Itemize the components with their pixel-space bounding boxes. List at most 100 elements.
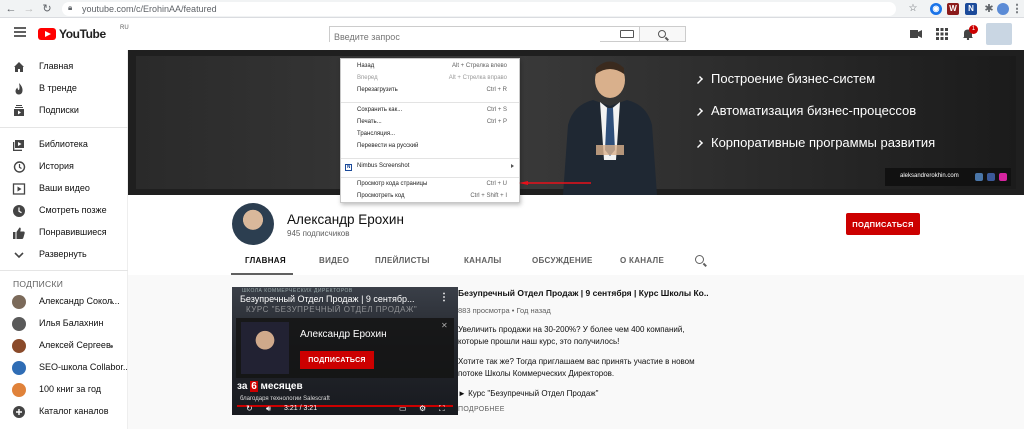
vk-icon[interactable] bbox=[975, 173, 983, 181]
instagram-icon[interactable] bbox=[999, 173, 1007, 181]
menu-item-inspect[interactable]: Просмотреть код Ctrl + Shift + I bbox=[341, 193, 519, 204]
volume-icon[interactable]: 🔊︎ bbox=[266, 404, 271, 414]
menu-item-nimbus[interactable]: N Nimbus Screenshot bbox=[341, 163, 519, 174]
channel-header: Александр Ерохин 945 подписчиков ПОДПИСА… bbox=[128, 195, 1024, 275]
banner-text-line: Автоматизация бизнес-процессов bbox=[711, 103, 917, 118]
menu-item-translate[interactable]: Перевести на русский bbox=[341, 143, 519, 154]
youtube-play-icon bbox=[38, 28, 56, 40]
subscriber-count: 945 подписчиков bbox=[287, 229, 350, 238]
extension-nimbus-icon[interactable]: N bbox=[965, 3, 977, 15]
sidebar-item-library[interactable]: Библиотека bbox=[0, 134, 128, 156]
player-more-icon[interactable]: ⋮ bbox=[439, 292, 449, 303]
tab-about[interactable]: О КАНАЛЕ bbox=[620, 256, 664, 265]
close-icon[interactable]: ✕ bbox=[441, 321, 448, 330]
avatar bbox=[12, 383, 26, 397]
facebook-icon[interactable] bbox=[987, 173, 995, 181]
subtitles-icon[interactable]: ▭ bbox=[399, 404, 407, 413]
extensions-puzzle-icon[interactable]: ✱ bbox=[982, 2, 996, 16]
chevron-down-icon bbox=[14, 252, 24, 259]
search-box bbox=[329, 26, 640, 44]
account-avatar[interactable] bbox=[986, 23, 1012, 45]
notification-badge: 1 bbox=[969, 25, 978, 34]
search-input[interactable] bbox=[330, 30, 600, 44]
banner-site-link[interactable]: aleksandrerokhin.com bbox=[900, 173, 959, 179]
player-controls: ↻ 🔊︎ 3:21 / 3:21 ▭ ⚙ ⛶ bbox=[232, 404, 458, 415]
context-menu: Назад Alt + Стрелка влево Вперед Alt + С… bbox=[340, 58, 520, 203]
lock-icon: 🔒︎ bbox=[68, 3, 73, 12]
hamburger-menu-icon[interactable] bbox=[14, 27, 26, 37]
sidebar-item-subscriptions[interactable]: Подписки bbox=[0, 100, 128, 122]
card-avatar-image bbox=[241, 322, 289, 374]
sidebar: Главная В тренде Подписки Библиотека Ист… bbox=[0, 50, 130, 429]
back-arrow-icon[interactable]: ← bbox=[4, 2, 18, 16]
reload-icon[interactable]: ↻ bbox=[40, 2, 54, 16]
nimbus-icon: N bbox=[345, 164, 352, 171]
sidebar-item-liked[interactable]: Понравившиеся bbox=[0, 222, 128, 244]
menu-item-reload[interactable]: Перезагрузить Ctrl + R bbox=[341, 87, 519, 98]
banner-text-line: Корпоративные программы развития bbox=[711, 135, 936, 150]
sidebar-item-home[interactable]: Главная bbox=[0, 56, 128, 78]
apps-grid-icon[interactable] bbox=[935, 28, 949, 40]
tab-playlists[interactable]: ПЛЕЙЛИСТЫ bbox=[375, 256, 430, 265]
card-channel-name: Александр Ерохин bbox=[300, 329, 387, 340]
banner-text-line: Построение бизнес-систем bbox=[711, 71, 876, 86]
tab-videos[interactable]: ВИДЕО bbox=[319, 256, 349, 265]
subscription-item[interactable]: SEO-школа Collabor... bbox=[0, 357, 130, 379]
read-more-link[interactable]: ПОДРОБНЕЕ bbox=[458, 406, 505, 413]
channel-avatar[interactable] bbox=[232, 203, 274, 245]
tab-channels[interactable]: КАНАЛЫ bbox=[464, 256, 502, 265]
subscribe-button[interactable]: ПОДПИСАТЬСЯ bbox=[846, 213, 920, 235]
extension-w-icon[interactable]: W bbox=[947, 3, 959, 15]
your-videos-icon bbox=[12, 183, 26, 195]
banner-portrait-image bbox=[563, 61, 657, 195]
menu-item-print[interactable]: Печать... Ctrl + P bbox=[341, 119, 519, 130]
profile-icon[interactable] bbox=[997, 3, 1009, 15]
time-display: 3:21 / 3:21 bbox=[284, 405, 318, 412]
menu-item-back[interactable]: Назад Alt + Стрелка влево bbox=[341, 63, 519, 74]
video-overlay-text: за 6 месяцев bbox=[237, 381, 303, 392]
settings-gear-icon[interactable]: ⚙ bbox=[419, 404, 426, 413]
video-player[interactable]: ШКОЛА КОММЕРЧЕСКИХ ДИРЕКТОРОВ КУРС "БЕЗУ… bbox=[232, 287, 458, 415]
history-icon bbox=[13, 161, 26, 173]
sidebar-item-history[interactable]: История bbox=[0, 156, 128, 178]
sidebar-item-your-videos[interactable]: Ваши видео bbox=[0, 178, 128, 200]
replay-icon[interactable]: ↻ bbox=[246, 404, 253, 413]
card-subscribe-button[interactable]: ПОДПИСАТЬСЯ bbox=[300, 351, 374, 369]
sidebar-item-expand[interactable]: Развернуть bbox=[0, 244, 128, 266]
sidebar-item-watch-later[interactable]: Смотреть позже bbox=[0, 200, 128, 222]
player-title[interactable]: Безупречный Отдел Продаж | 9 сентябр... bbox=[240, 294, 435, 304]
video-title[interactable]: Безупречный Отдел Продаж | 9 сентября | … bbox=[458, 288, 708, 298]
thumb-up-icon bbox=[13, 227, 25, 239]
extension-globe-icon[interactable]: ◉ bbox=[930, 3, 942, 15]
video-description: ► Курс "Безупречный Отдел Продаж" bbox=[458, 389, 599, 398]
browser-menu-icon[interactable]: ⋮ bbox=[1010, 2, 1024, 16]
keyboard-icon[interactable] bbox=[620, 30, 634, 38]
featured-section: ШКОЛА КОММЕРЧЕСКИХ ДИРЕКТОРОВ КУРС "БЕЗУ… bbox=[128, 275, 1024, 429]
subscriptions-icon bbox=[14, 105, 24, 116]
forward-arrow-icon[interactable]: → bbox=[22, 2, 36, 16]
video-description: Увеличить продажи на 30-200%? У более че… bbox=[458, 325, 685, 346]
fullscreen-icon[interactable]: ⛶ bbox=[439, 404, 445, 414]
menu-item-view-source[interactable]: Просмотр кода страницы Ctrl + U bbox=[341, 181, 519, 192]
subscription-item[interactable]: Илья Балахнин bbox=[0, 313, 128, 335]
youtube-header: YouTube RU 1 bbox=[0, 18, 1024, 50]
sidebar-item-trending[interactable]: В тренде bbox=[0, 78, 128, 100]
menu-item-save-as[interactable]: Сохранить как... Ctrl + S bbox=[341, 107, 519, 118]
channel-search-icon[interactable] bbox=[695, 255, 704, 264]
end-screen-card: Александр Ерохин ПОДПИСАТЬСЯ ✕ bbox=[236, 318, 454, 378]
menu-divider bbox=[341, 158, 519, 159]
subscription-item[interactable]: Алексей Сергеев bbox=[0, 335, 128, 357]
subscription-item[interactable]: Александр Сокол... bbox=[0, 291, 128, 313]
subscription-item-catalog[interactable]: Каталог каналов bbox=[0, 401, 128, 423]
tab-discussion[interactable]: ОБСУЖДЕНИЕ bbox=[532, 256, 593, 265]
search-button[interactable] bbox=[640, 26, 686, 42]
menu-item-forward[interactable]: Вперед Alt + Стрелка вправо bbox=[341, 75, 519, 86]
star-icon[interactable]: ☆ bbox=[906, 2, 920, 16]
address-bar[interactable]: 🔒︎ youtube.com/c/ErohinAA/featured bbox=[62, 2, 896, 16]
tab-home[interactable]: ГЛАВНАЯ bbox=[245, 256, 286, 265]
menu-divider bbox=[341, 177, 519, 178]
create-video-icon[interactable] bbox=[909, 28, 923, 40]
submenu-arrow-icon bbox=[511, 164, 514, 168]
subscription-item[interactable]: 100 книг за год bbox=[0, 379, 128, 401]
menu-item-cast[interactable]: Трансляция... bbox=[341, 131, 519, 142]
